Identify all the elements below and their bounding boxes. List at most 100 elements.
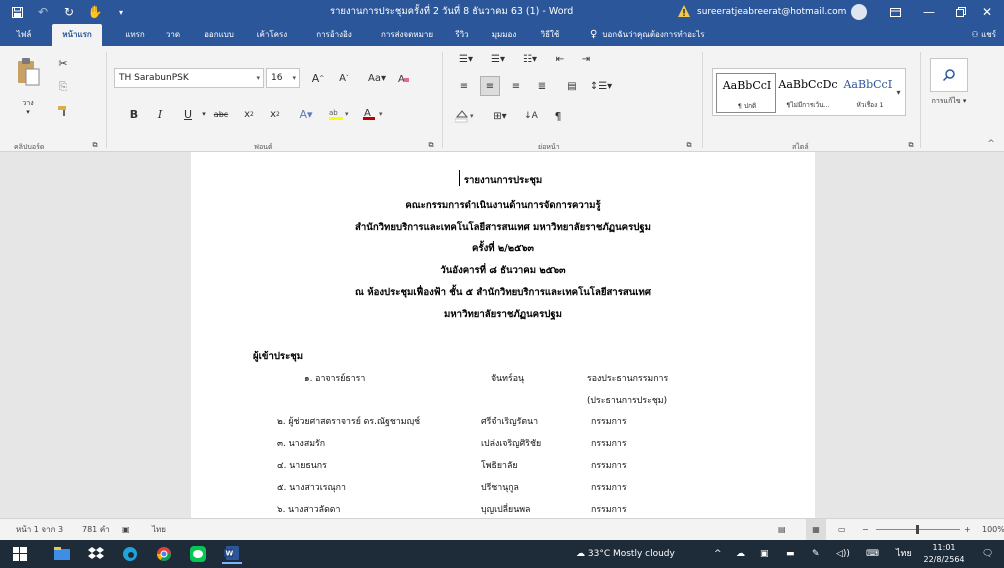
numbering-icon[interactable]: ☰▾ bbox=[484, 50, 512, 68]
show-paragraph-marks-icon[interactable]: ¶ bbox=[548, 106, 568, 126]
dropbox-icon[interactable] bbox=[86, 544, 106, 564]
network-icon[interactable]: ▬ bbox=[786, 540, 795, 568]
avatar[interactable] bbox=[851, 4, 867, 20]
tell-me-search[interactable]: ♀ บอกฉันว่าคุณต้องการทำอะไร bbox=[590, 24, 705, 46]
tab-review[interactable]: รีวิว bbox=[448, 24, 476, 46]
paragraph-launcher-icon[interactable]: ⧉ bbox=[684, 140, 694, 150]
warning-icon[interactable] bbox=[677, 4, 691, 18]
clear-formatting-icon[interactable]: A bbox=[394, 68, 414, 88]
shrink-font-icon[interactable]: Aˇ bbox=[334, 68, 354, 88]
sort-icon[interactable]: ↓A bbox=[520, 106, 542, 126]
thai-distributed-icon[interactable]: ▤ bbox=[562, 76, 582, 96]
pen-icon[interactable]: ✎ bbox=[812, 540, 820, 568]
text-effects-icon[interactable]: A▾ bbox=[294, 104, 318, 124]
tab-home[interactable]: หน้าแรก bbox=[52, 24, 102, 46]
grow-font-icon[interactable]: A ^ bbox=[308, 68, 328, 88]
increase-indent-icon[interactable]: ⇥ bbox=[576, 50, 596, 68]
style-heading-1[interactable]: AaBbCcD หัวเรื่อง 1 bbox=[840, 73, 900, 113]
align-center-icon[interactable]: ≡ bbox=[480, 76, 500, 96]
zoom-slider-thumb[interactable] bbox=[916, 525, 919, 534]
align-right-icon[interactable]: ≡ bbox=[506, 76, 526, 96]
paste-button[interactable] bbox=[12, 54, 44, 90]
line-spacing-icon[interactable]: ↕☰▾ bbox=[588, 76, 614, 96]
multilevel-list-icon[interactable]: ☷▾ bbox=[516, 50, 544, 68]
zoom-out-icon[interactable]: − bbox=[862, 519, 869, 541]
superscript-icon[interactable]: x2 bbox=[264, 104, 286, 124]
ribbon-display-options-icon[interactable] bbox=[878, 0, 912, 24]
font-name-combo[interactable]: TH SarabunPSK ▾ bbox=[114, 68, 264, 88]
underline-icon[interactable]: U bbox=[176, 104, 200, 124]
keyboard-icon[interactable]: ⌨ bbox=[866, 540, 879, 568]
styles-launcher-icon[interactable]: ⧉ bbox=[906, 140, 916, 150]
tab-mailings[interactable]: การส่งจดหมาย bbox=[370, 24, 444, 46]
tab-view[interactable]: มุมมอง bbox=[484, 24, 524, 46]
page-count[interactable]: หน้า 1 จาก 3 bbox=[16, 519, 63, 541]
redo-icon[interactable]: ↻ bbox=[56, 0, 82, 24]
print-layout-icon[interactable]: ▦ bbox=[806, 519, 826, 541]
cut-icon[interactable]: ✂ bbox=[54, 54, 72, 72]
find-button[interactable] bbox=[930, 58, 968, 92]
zoom-in-icon[interactable]: + bbox=[964, 519, 971, 541]
tab-help[interactable]: วิธีใช้ bbox=[530, 24, 570, 46]
proofing-icon[interactable]: ▣ bbox=[122, 519, 130, 541]
zoom-level[interactable]: 100% bbox=[982, 519, 1004, 541]
weather-widget[interactable]: ☁ 33°C Mostly cloudy bbox=[576, 540, 675, 568]
onedrive-icon[interactable]: ☁ bbox=[736, 540, 745, 568]
strikethrough-icon[interactable]: abc bbox=[210, 104, 232, 124]
bold-icon[interactable]: B bbox=[124, 104, 144, 124]
borders-icon[interactable]: ⊞▾ bbox=[486, 106, 514, 126]
underline-dropdown-icon[interactable]: ▾ bbox=[200, 104, 208, 124]
document-page[interactable]: รายงานการประชุม คณะกรรมการดำเนินงานด้านก… bbox=[191, 152, 815, 518]
web-layout-icon[interactable]: ▭ bbox=[838, 519, 846, 541]
tab-draw[interactable]: วาด bbox=[158, 24, 188, 46]
word-icon[interactable]: W bbox=[222, 544, 242, 564]
bullets-icon[interactable]: ☰▾ bbox=[452, 50, 480, 68]
format-painter-icon[interactable] bbox=[54, 102, 72, 120]
touch-mode-icon[interactable]: ✋ bbox=[82, 0, 108, 24]
close-icon[interactable]: ✕ bbox=[970, 0, 1004, 24]
volume-icon[interactable]: ◁)) bbox=[836, 540, 850, 568]
windows-start-icon[interactable] bbox=[10, 544, 30, 564]
clock[interactable]: 11:01 22/8/2564 bbox=[920, 542, 968, 566]
style-normal[interactable]: AaBbCcI ¶ ปกติ bbox=[716, 73, 776, 113]
tab-insert[interactable]: แทรก bbox=[118, 24, 152, 46]
read-mode-icon[interactable]: ▤ bbox=[778, 519, 786, 541]
subscript-icon[interactable]: x2 bbox=[238, 104, 260, 124]
decrease-indent-icon[interactable]: ⇤ bbox=[550, 50, 570, 68]
change-case-icon[interactable]: Aa▾ bbox=[364, 68, 390, 88]
align-left-icon[interactable]: ≡ bbox=[454, 76, 474, 96]
collapse-ribbon-icon[interactable]: ^ bbox=[984, 138, 998, 150]
share-button[interactable]: ⚇ แชร์ bbox=[971, 24, 996, 46]
styles-more-icon[interactable]: ▾ bbox=[892, 68, 906, 116]
file-explorer-icon[interactable] bbox=[52, 544, 72, 564]
notifications-icon[interactable]: 🗨 bbox=[982, 540, 993, 568]
tab-references[interactable]: การอ้างอิง bbox=[306, 24, 362, 46]
line-icon[interactable] bbox=[188, 544, 208, 564]
tab-design[interactable]: ออกแบบ bbox=[196, 24, 242, 46]
clipboard-launcher-icon[interactable]: ⧉ bbox=[90, 140, 100, 150]
word-count[interactable]: 781 คำ bbox=[82, 519, 110, 541]
show-hidden-icons-icon[interactable]: ^ bbox=[714, 540, 722, 568]
copy-icon[interactable]: ⎘ bbox=[54, 78, 72, 96]
minimize-icon[interactable]: — bbox=[912, 0, 946, 24]
app-tray-icon[interactable]: ▣ bbox=[760, 540, 769, 568]
shading-icon[interactable]: ▾ bbox=[452, 106, 480, 126]
tab-layout[interactable]: เค้าโครง bbox=[248, 24, 296, 46]
user-email[interactable]: sureeratjeabreerat@hotmail.com bbox=[697, 0, 846, 24]
tab-file[interactable]: ไฟล์ bbox=[10, 24, 38, 46]
chrome-icon[interactable] bbox=[154, 544, 174, 564]
vertical-scrollbar[interactable] bbox=[990, 152, 1004, 518]
justify-icon[interactable]: ≣ bbox=[532, 76, 552, 96]
edge-icon[interactable] bbox=[120, 544, 140, 564]
save-icon[interactable] bbox=[4, 0, 30, 24]
undo-icon[interactable]: ↶ bbox=[30, 0, 56, 24]
paste-dropdown-icon[interactable]: ▾ bbox=[12, 108, 44, 116]
italic-icon[interactable]: I bbox=[150, 104, 170, 124]
font-launcher-icon[interactable]: ⧉ bbox=[426, 140, 436, 150]
highlight-color-icon[interactable]: ab ▾ bbox=[326, 104, 354, 124]
font-color-icon[interactable]: A ▾ bbox=[360, 104, 388, 124]
ime-indicator[interactable]: ไทย bbox=[896, 540, 912, 568]
font-size-combo[interactable]: 16 ▾ bbox=[266, 68, 300, 88]
customize-qat-icon[interactable]: ▾ bbox=[108, 0, 134, 24]
style-no-spacing[interactable]: AaBbCcDc ¶ไม่มีการเว้น... bbox=[778, 73, 838, 113]
